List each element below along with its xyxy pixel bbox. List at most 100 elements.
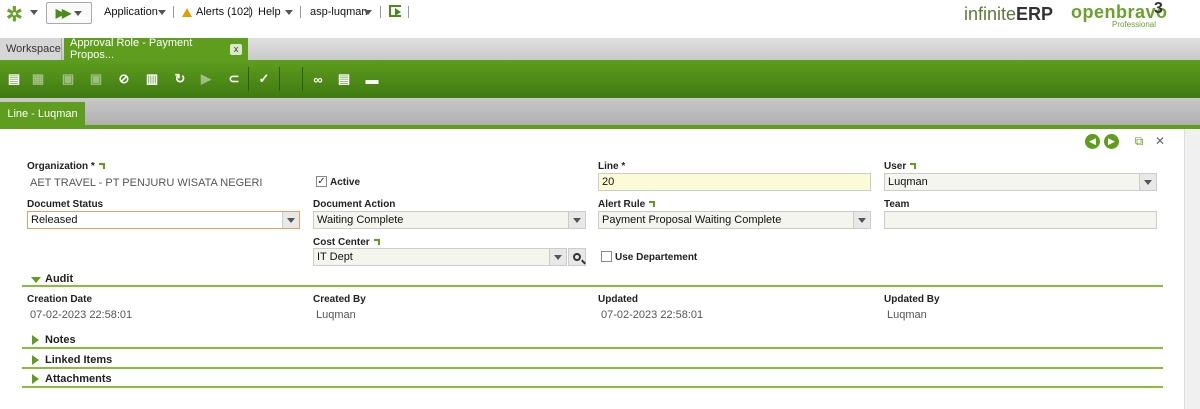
organization-label: Organization * <box>27 161 105 172</box>
logout-icon[interactable] <box>389 5 401 17</box>
previous-record-icon[interactable]: ◀ <box>1085 134 1100 149</box>
user-select[interactable]: Luqman <box>884 173 1157 191</box>
scrollbar[interactable] <box>1184 129 1200 409</box>
export-icon[interactable]: ▶ <box>196 69 216 89</box>
updated-by-label: Updated By <box>884 294 940 305</box>
notes-section-divider <box>22 347 1163 349</box>
active-checkbox[interactable]: ✓ <box>316 176 327 187</box>
alert-rule-label: Alert Rule <box>598 199 656 210</box>
audit-section-title[interactable]: Audit <box>45 273 73 285</box>
line-label: Line * <box>598 161 626 172</box>
expand-icon[interactable] <box>32 335 39 345</box>
team-field[interactable] <box>884 211 1157 229</box>
cost-center-value: IT Dept <box>317 251 353 263</box>
new-document-icon[interactable]: ▤ <box>4 69 24 89</box>
tab-approval-role[interactable]: Approval Role - Payment Propos... x <box>64 37 248 61</box>
notes-section-title[interactable]: Notes <box>45 334 76 346</box>
organization-value: AET TRAVEL - PT PENJURU WISATA NEGERI <box>30 177 263 189</box>
expand-icon[interactable] <box>32 374 39 384</box>
user-name-label: asp-luqman <box>310 6 368 18</box>
cost-center-label-text: Cost Center <box>313 237 370 248</box>
openbravo-edition: Professional <box>1112 20 1157 29</box>
tab-workspace[interactable]: Workspace <box>0 38 62 60</box>
quick-create-dropdown[interactable] <box>30 0 38 24</box>
tab-workspace-label: Workspace <box>6 43 61 55</box>
window-tab-bar: Workspace Approval Role - Payment Propos… <box>0 37 1200 61</box>
link-arrow-icon[interactable] <box>910 163 917 169</box>
quick-create-icon[interactable]: ✲ <box>6 2 23 26</box>
link-arrow-icon[interactable] <box>649 201 656 207</box>
warning-icon <box>182 7 192 17</box>
undo-icon[interactable]: ⊘ <box>114 69 134 89</box>
chevron-down-icon[interactable] <box>568 212 585 228</box>
creation-date-value: 07-02-2023 22:58:01 <box>30 309 133 321</box>
tab-line-label: Line - Luqman <box>7 107 78 120</box>
alerts-menu[interactable]: Alerts (102) <box>182 0 253 24</box>
logo-infinite-text: infinite <box>964 4 1017 24</box>
document-status-value: Released <box>31 214 78 226</box>
help-menu[interactable]: Help <box>258 0 281 24</box>
save-close-icon[interactable]: ▣ <box>86 69 106 89</box>
active-label: Active <box>330 177 361 188</box>
created-by-label: Created By <box>313 294 366 305</box>
print-icon[interactable]: ▤ <box>334 69 354 89</box>
attachments-section-divider <box>22 386 1163 388</box>
next-record-icon[interactable]: ▶ <box>1104 134 1119 149</box>
organization-label-text: Organization * <box>27 161 95 172</box>
alert-rule-value: Payment Proposal Waiting Complete <box>602 214 782 226</box>
user-profile-dropdown[interactable] <box>364 0 372 24</box>
chevron-down-icon[interactable] <box>282 212 299 228</box>
chevron-down-icon[interactable] <box>1139 174 1156 190</box>
collapse-icon[interactable] <box>31 277 41 283</box>
search-icon[interactable] <box>568 248 586 266</box>
user-profile-menu[interactable]: asp-luqman <box>310 0 367 24</box>
new-row-icon[interactable]: ▦ <box>28 69 48 89</box>
application-menu-dropdown[interactable] <box>158 0 166 24</box>
attachments-section-title[interactable]: Attachments <box>45 373 112 385</box>
document-action-value: Waiting Complete <box>317 214 404 226</box>
help-label: Help <box>258 6 281 18</box>
document-action-select[interactable]: Waiting Complete <box>313 211 586 229</box>
use-departement-label: Use Departement <box>615 252 698 263</box>
expand-icon[interactable] <box>32 355 39 365</box>
openbravo-version: 3 <box>1154 0 1163 17</box>
tab-approval-role-label: Approval Role - Payment Propos... <box>70 37 193 61</box>
user-label-text: User <box>884 161 907 172</box>
action-toolbar: ▤ ▦ ▣ ▣ ⊘ ▥ ↻ ▶ ⊂ ✓ ∞ ▤ ▬ <box>0 60 1200 98</box>
chevron-down-icon <box>74 10 83 16</box>
close-icon[interactable]: x <box>230 43 242 55</box>
chevron-down-icon[interactable] <box>853 212 870 228</box>
save-icon[interactable]: ▣ <box>58 69 78 89</box>
link-arrow-icon[interactable] <box>373 239 380 245</box>
attachment-icon[interactable]: ⊂ <box>224 69 244 89</box>
quick-launch-button[interactable]: ▶▶ <box>46 2 92 24</box>
close-form-icon[interactable]: ✕ <box>1152 133 1168 149</box>
use-departement-checkbox[interactable] <box>601 251 612 262</box>
document-action-label: Document Action <box>313 199 396 210</box>
created-by-value: Luqman <box>316 309 356 321</box>
chevron-down-icon[interactable] <box>549 249 566 265</box>
user-label: User <box>884 161 917 172</box>
toggle-grid-icon[interactable]: ▬ <box>362 69 382 89</box>
application-menu[interactable]: Application <box>104 0 158 24</box>
document-status-select[interactable]: Released <box>27 211 300 229</box>
cost-center-select[interactable]: IT Dept <box>313 248 567 266</box>
alert-rule-select[interactable]: Payment Proposal Waiting Complete <box>598 211 871 229</box>
subtab-bar: Line - Luqman <box>0 98 1200 125</box>
audit-trail-icon[interactable]: ✓ <box>254 69 274 89</box>
linked-items-section-title[interactable]: Linked Items <box>45 354 112 366</box>
creation-date-label: Creation Date <box>27 294 93 305</box>
team-label: Team <box>884 199 910 210</box>
line-field[interactable]: 20 <box>598 173 871 191</box>
refresh-icon[interactable]: ↻ <box>170 69 190 89</box>
link-arrow-icon[interactable] <box>98 163 105 169</box>
cost-center-label: Cost Center <box>313 237 380 248</box>
top-navigation-bar: ✲ ▶▶ Application Alerts (102) Help asp-l… <box>0 0 1200 38</box>
updated-by-value: Luqman <box>887 309 927 321</box>
link-icon[interactable]: ∞ <box>308 69 328 89</box>
delete-icon[interactable]: ▥ <box>142 69 162 89</box>
maximize-icon[interactable]: ⧉ <box>1131 133 1147 149</box>
tab-line-luqman[interactable]: Line - Luqman <box>0 102 85 125</box>
logo-erp-text: ERP <box>1016 4 1054 24</box>
help-menu-dropdown[interactable] <box>285 0 293 24</box>
